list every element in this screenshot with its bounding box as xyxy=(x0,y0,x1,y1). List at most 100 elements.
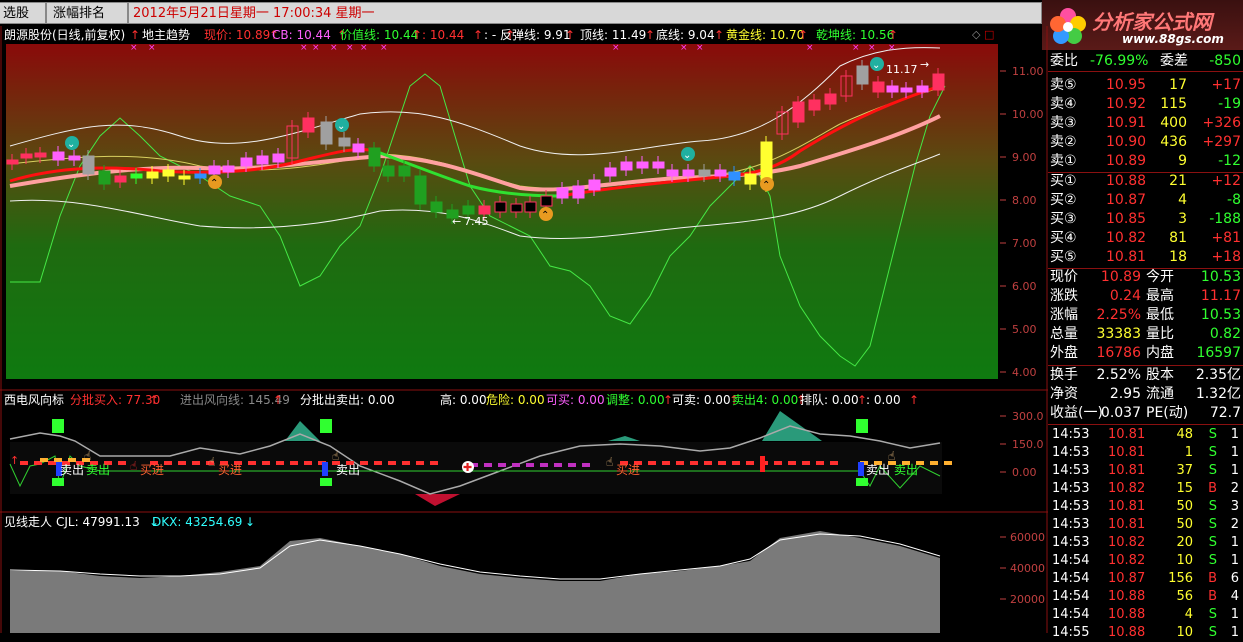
price-axis-label: 8.00 xyxy=(1012,194,1037,207)
tick-row[interactable]: 14:54 10.87 156 B 6 xyxy=(1048,570,1243,588)
panel2-value: 调整: 0.00 xyxy=(606,392,665,407)
stat-value: 10.53 xyxy=(1200,269,1241,285)
panel2-axis-label: 0.00 xyxy=(1012,466,1037,479)
dash-segment xyxy=(816,461,824,465)
quote-panel: 委比 -76.99% 委差 -850 卖⑤ 10.95 17 +17 卖④ 10.92 11… xyxy=(1048,52,1243,640)
dash-segment xyxy=(830,461,838,465)
x-marker-icon: × xyxy=(330,43,338,53)
tick-volume: 50 xyxy=(1176,517,1193,532)
tick-time: 14:53 xyxy=(1052,499,1090,514)
plus-icon: ✚ xyxy=(463,461,472,474)
order-change: +12 xyxy=(1211,173,1241,189)
svg-text:⌃: ⌃ xyxy=(541,210,549,221)
tick-row[interactable]: 14:53 10.82 15 B 2 xyxy=(1048,480,1243,498)
quote-row: 总量 33383 量比 0.82 xyxy=(1048,325,1243,344)
x-marker-icon: × xyxy=(806,43,814,53)
tick-volume: 1 xyxy=(1184,445,1193,460)
tick-row[interactable]: 14:53 10.81 48 S 1 xyxy=(1048,426,1243,444)
price-axis-label: 6.00 xyxy=(1012,280,1037,293)
quote-row: 卖① 10.89 9 -12 xyxy=(1048,152,1243,171)
order-price: 10.95 xyxy=(1106,77,1147,93)
tick-row[interactable]: 14:53 10.81 1 S 1 xyxy=(1048,444,1243,462)
stat-label: 换手 xyxy=(1050,367,1078,383)
stat-label: 现价 xyxy=(1050,269,1078,285)
panel2-value: 卖出4: 0.00 xyxy=(732,393,798,407)
x-marker-icon: × xyxy=(380,43,388,53)
tick-row[interactable]: 14:53 10.81 37 S 1 xyxy=(1048,462,1243,480)
svg-text:⌄: ⌄ xyxy=(337,121,345,132)
green-block xyxy=(52,419,64,433)
crimson-trough-area xyxy=(415,494,460,506)
quote-row: 买② 10.87 4 -8 xyxy=(1048,191,1243,210)
quote-row: 买③ 10.85 3 -188 xyxy=(1048,210,1243,229)
up-arrow-icon: ↑ xyxy=(714,28,724,42)
blue-block xyxy=(858,462,864,476)
sell-label: 卖出 xyxy=(86,463,110,477)
site-logo[interactable]: 分析家公式网 www.88gs.com xyxy=(1042,0,1243,50)
x-marker-icon: × xyxy=(612,43,620,53)
quote-row: 卖③ 10.91 400 +326 xyxy=(1048,114,1243,133)
tick-row[interactable]: 14:53 10.81 50 S 3 xyxy=(1048,498,1243,516)
order-volume: 4 xyxy=(1178,192,1187,208)
x-marker-icon: × xyxy=(852,43,860,53)
tick-volume: 4 xyxy=(1184,607,1193,622)
high-arrow-icon: → xyxy=(920,58,929,71)
green-block xyxy=(856,419,868,433)
dash-segment xyxy=(374,461,382,465)
stat-label: PE(动) xyxy=(1146,405,1189,421)
dash-segment xyxy=(582,463,590,467)
header-value: : 10.44 xyxy=(422,28,464,42)
close-panel-icon[interactable]: □ xyxy=(984,28,994,41)
tick-row[interactable]: 14:54 10.88 56 B 4 xyxy=(1048,588,1243,606)
dash-segment xyxy=(54,458,62,462)
quote-row: 卖⑤ 10.95 17 +17 xyxy=(1048,76,1243,95)
tick-count: 1 xyxy=(1230,445,1239,460)
header-value: 底线: 9.04 xyxy=(656,27,715,42)
hand-icon: ☝ xyxy=(888,449,895,463)
dash-segment xyxy=(774,461,782,465)
price-axis-label: 4.00 xyxy=(1012,366,1037,379)
order-level-label: 卖④ xyxy=(1050,96,1077,112)
order-volume: 400 xyxy=(1160,115,1187,131)
order-change: -8 xyxy=(1227,192,1241,208)
tick-volume: 37 xyxy=(1176,463,1193,478)
order-volume: 81 xyxy=(1169,230,1187,246)
up-arrow-icon: ↑ xyxy=(473,28,483,42)
tick-volume: 50 xyxy=(1176,499,1193,514)
quote-row: 买① 10.88 21 +12 xyxy=(1048,172,1243,191)
tick-time: 14:53 xyxy=(1052,517,1090,532)
tick-row[interactable]: 14:53 10.82 20 S 1 xyxy=(1048,534,1243,552)
hand-icon: ☝ xyxy=(130,459,137,473)
dash-segment xyxy=(192,461,200,465)
diamond-icon[interactable]: ◇ xyxy=(972,28,981,41)
volume-area xyxy=(10,531,940,633)
tab-stock-selection[interactable]: 选股 xyxy=(0,2,46,24)
panel2-values-right: 高: 0.00 危险: 0.00 可买: 0.00 调整: 0.00 ↑ 可卖: 0.00… xyxy=(440,392,919,407)
quote-row: 涨跌 0.24 最高 11.17 xyxy=(1048,287,1243,306)
stat-label: 涨幅 xyxy=(1050,307,1078,323)
green-block xyxy=(856,478,868,486)
stat-value: 11.17 xyxy=(1200,288,1241,304)
tick-price: 10.88 xyxy=(1108,607,1146,622)
stock-name: 朗源股份(日线,前复权) xyxy=(4,27,125,42)
tick-row[interactable]: 14:55 10.88 10 S 1 xyxy=(1048,624,1243,642)
tick-side: B xyxy=(1208,481,1217,496)
tick-time: 14:53 xyxy=(1052,535,1090,550)
quote-row: 买⑤ 10.81 18 +18 xyxy=(1048,248,1243,267)
dash-segment xyxy=(388,461,396,465)
tick-list[interactable]: 14:53 10.81 48 S 1 14:53 10.81 1 S 1 14:53 10.81 37 S… xyxy=(1048,426,1243,642)
teal-down-signal-icon: ⌄ xyxy=(681,147,695,161)
header-value: 黄金线: 10.70 xyxy=(726,27,804,42)
main-header-values: 现价: 10.89↑CB: 10.44 ↑价值线: 10.44↑: 10.44 ↑:… xyxy=(204,27,898,42)
order-volume: 21 xyxy=(1169,173,1187,189)
dash-segment xyxy=(484,463,492,467)
tab-gain-ranking[interactable]: 涨幅排名 xyxy=(46,2,128,24)
stat-label: 总量 xyxy=(1050,326,1078,342)
tick-time: 14:53 xyxy=(1052,481,1090,496)
tick-row[interactable]: 14:53 10.81 50 S 2 xyxy=(1048,516,1243,534)
tick-row[interactable]: 14:54 10.88 4 S 1 xyxy=(1048,606,1243,624)
tick-side: S xyxy=(1208,625,1217,640)
chart-area[interactable]: 朗源股份(日线,前复权) ↑ 地主趋势 现价: 10.89 ↑ CB: 10.44 ↑… xyxy=(0,26,1048,633)
tick-row[interactable]: 14:54 10.82 10 S 1 xyxy=(1048,552,1243,570)
sell-label: 卖出 xyxy=(60,463,84,477)
